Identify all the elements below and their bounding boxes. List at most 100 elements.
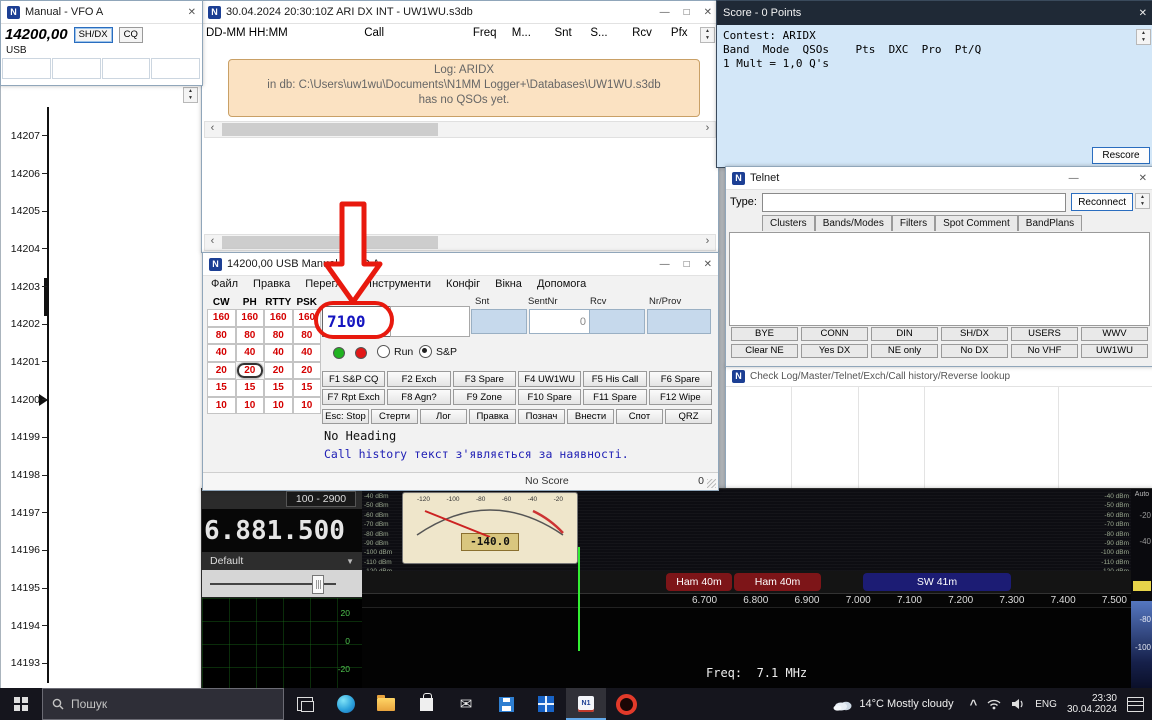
- close-icon[interactable]: ✕: [1139, 173, 1147, 184]
- reconnect-button[interactable]: Reconnect: [1071, 193, 1133, 211]
- edge-taskbar-button[interactable]: [326, 688, 366, 720]
- vfo-memory-cell[interactable]: [102, 58, 151, 79]
- bandmap-frequency-label[interactable]: 14204: [1, 230, 47, 268]
- log-column-header[interactable]: Call: [364, 27, 473, 39]
- bandmap-frequency-label[interactable]: 14193: [1, 645, 47, 683]
- entry-action-button[interactable]: Правка: [469, 409, 516, 424]
- band-select-cell[interactable]: 40: [264, 344, 293, 362]
- bandmap-frequency-label[interactable]: 14205: [1, 192, 47, 230]
- vfo-memory-cell[interactable]: [2, 58, 51, 79]
- telnet-titlebar[interactable]: Telnet — ✕: [726, 167, 1152, 190]
- band-select-cell[interactable]: 20: [207, 362, 236, 380]
- band-select-cell[interactable]: 160: [293, 309, 322, 327]
- taskbar-search[interactable]: Пошук: [42, 688, 284, 720]
- band-select-cell[interactable]: 20: [293, 362, 322, 380]
- minimize-icon[interactable]: —: [660, 259, 670, 270]
- function-key-button[interactable]: F1 S&P CQ: [322, 371, 385, 387]
- function-key-button[interactable]: F11 Spare: [583, 389, 646, 405]
- mail-taskbar-button[interactable]: ✉: [446, 688, 486, 720]
- scroll-right-icon[interactable]: ›: [700, 122, 715, 137]
- task-view-button[interactable]: [284, 688, 326, 720]
- scrollbar-thumb[interactable]: [222, 123, 438, 136]
- auto-label[interactable]: Auto: [1131, 491, 1152, 498]
- rcv-field[interactable]: [589, 309, 645, 334]
- bandmap-frequency-label[interactable]: 14195: [1, 569, 47, 607]
- close-icon[interactable]: ✕: [704, 259, 712, 270]
- close-icon[interactable]: ✕: [1139, 8, 1147, 19]
- minimize-icon[interactable]: —: [1069, 173, 1079, 184]
- function-key-button[interactable]: F5 His Call: [583, 371, 646, 387]
- log-horizontal-scrollbar[interactable]: ‹ ›: [204, 121, 716, 138]
- close-icon[interactable]: ✕: [704, 7, 712, 18]
- entry-action-button[interactable]: Esc: Stop: [322, 409, 369, 424]
- telnet-tab[interactable]: Spot Comment: [935, 215, 1018, 231]
- telnet-button[interactable]: UW1WU: [1081, 344, 1148, 358]
- bandmap-frequency-label[interactable]: 14194: [1, 607, 47, 645]
- frequency-scale[interactable]: 6.7006.8006.9007.0007.1007.2007.3007.400…: [362, 593, 1131, 608]
- menu-item[interactable]: Правка: [253, 278, 290, 290]
- volume-icon[interactable]: [1011, 698, 1025, 710]
- function-key-button[interactable]: F4 UW1WU: [518, 371, 581, 387]
- spinner-down-icon[interactable]: ▼: [184, 95, 197, 102]
- font-size-spinner[interactable]: ▲▼: [700, 27, 715, 43]
- telnet-tab[interactable]: Bands/Modes: [815, 215, 892, 231]
- entry-action-button[interactable]: Стерти: [371, 409, 418, 424]
- band-select-cell[interactable]: 40: [236, 344, 265, 362]
- telnet-button[interactable]: WWV: [1081, 327, 1148, 341]
- spinner-up-icon[interactable]: ▲: [184, 88, 197, 95]
- n1mm-taskbar-button[interactable]: [566, 688, 606, 720]
- function-key-button[interactable]: F12 Wipe: [649, 389, 712, 405]
- telnet-button[interactable]: USERS: [1011, 327, 1078, 341]
- shdx-button[interactable]: SH/DX: [74, 27, 113, 43]
- check-titlebar[interactable]: Check Log/Master/Telnet/Exch/Call histor…: [726, 366, 1152, 387]
- menu-item[interactable]: Файл: [211, 278, 238, 290]
- band-select-cell[interactable]: 15: [207, 379, 236, 397]
- run-radio[interactable]: Run: [377, 345, 413, 358]
- scroll-left-icon[interactable]: ‹: [205, 122, 220, 137]
- entry-titlebar[interactable]: 14200,00 USB Manual - VFO A — □ ✕: [203, 253, 718, 276]
- telnet-button[interactable]: BYE: [731, 327, 798, 341]
- language-indicator[interactable]: ENG: [1035, 699, 1057, 710]
- sentnr-field[interactable]: 0: [529, 309, 591, 334]
- vfo-memory-cell[interactable]: [52, 58, 101, 79]
- bandmap-frequency-label[interactable]: 14201: [1, 343, 47, 381]
- file-explorer-taskbar-button[interactable]: [366, 688, 406, 720]
- band-select-cell[interactable]: 20: [264, 362, 293, 380]
- log-column-header[interactable]: S...: [590, 27, 632, 39]
- start-button[interactable]: [0, 688, 42, 720]
- band-select-cell[interactable]: 15: [293, 379, 322, 397]
- cq-button[interactable]: CQ: [119, 27, 143, 43]
- band-select-cell[interactable]: 15: [264, 379, 293, 397]
- sp-radio[interactable]: S&P: [419, 345, 457, 358]
- resize-grip[interactable]: [707, 479, 716, 488]
- red-app-taskbar-button[interactable]: [606, 688, 646, 720]
- bandmap-zoom-spinner[interactable]: ▲▼: [183, 87, 198, 103]
- action-center-icon[interactable]: [1127, 697, 1144, 712]
- log-column-header[interactable]: Pfx: [671, 27, 700, 39]
- telnet-tab[interactable]: BandPlans: [1018, 215, 1082, 231]
- font-size-spinner[interactable]: ▲▼: [1136, 29, 1151, 45]
- band-select-cell[interactable]: 40: [207, 344, 236, 362]
- telnet-tab[interactable]: Clusters: [762, 215, 815, 231]
- function-key-button[interactable]: F8 Agn?: [387, 389, 450, 405]
- maximize-icon[interactable]: □: [684, 259, 690, 270]
- function-key-button[interactable]: F3 Spare: [453, 371, 516, 387]
- hidden-icons-chevron[interactable]: ^: [970, 697, 978, 712]
- menu-item[interactable]: Інструменти: [369, 278, 431, 290]
- band-select-cell[interactable]: 10: [207, 397, 236, 415]
- entry-action-button[interactable]: QRZ: [665, 409, 712, 424]
- close-icon[interactable]: ✕: [188, 7, 196, 18]
- telnet-button[interactable]: Clear NE: [731, 344, 798, 358]
- band-tag[interactable]: Ham 40m: [666, 573, 732, 591]
- band-select-cell[interactable]: 15: [236, 379, 265, 397]
- menu-item[interactable]: Вікна: [495, 278, 522, 290]
- score-titlebar[interactable]: Score - 0 Points ✕: [717, 1, 1152, 25]
- telnet-button[interactable]: No DX: [941, 344, 1008, 358]
- save-app-taskbar-button[interactable]: [486, 688, 526, 720]
- entry-action-button[interactable]: Внести: [567, 409, 614, 424]
- telnet-button[interactable]: NE only: [871, 344, 938, 358]
- preset-dropdown[interactable]: Default ▼: [202, 552, 362, 570]
- store-taskbar-button[interactable]: [406, 688, 446, 720]
- band-select-cell[interactable]: 160: [264, 309, 293, 327]
- bandmap-frequency-label[interactable]: 14207: [1, 117, 47, 155]
